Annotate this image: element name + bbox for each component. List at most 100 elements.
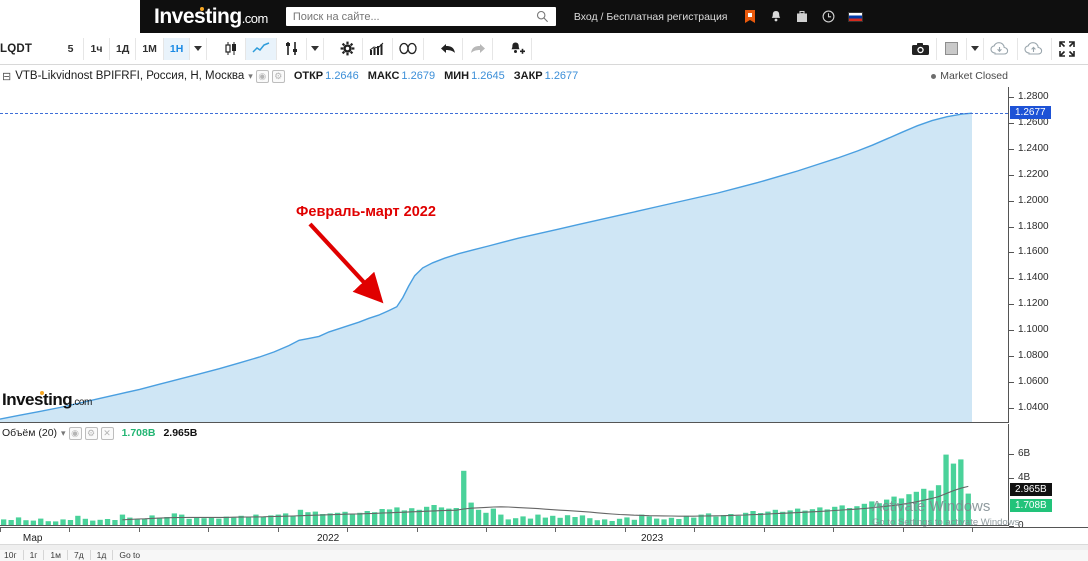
- indicators-icon[interactable]: [277, 37, 308, 60]
- volume-close-icon[interactable]: ✕: [100, 426, 114, 440]
- interval-1h[interactable]: 1ч: [84, 37, 110, 60]
- investing-logo[interactable]: Investing .com: [154, 5, 268, 29]
- volume-bar: [1, 519, 7, 525]
- go-to-button[interactable]: Go to: [113, 550, 146, 560]
- symbol-label[interactable]: LQDT: [0, 43, 58, 55]
- volume-bar: [30, 520, 36, 525]
- interval-dropdown-button[interactable]: [190, 37, 208, 60]
- range-1y[interactable]: 1г: [24, 550, 45, 560]
- volume-bar: [609, 521, 615, 525]
- bell-icon[interactable]: [770, 10, 783, 24]
- search-input[interactable]: [285, 10, 516, 23]
- instrument-name[interactable]: VTB-Likvidnost BPIFRFI, Россия, Н, Москв…: [15, 70, 244, 82]
- candles-icon[interactable]: [216, 37, 247, 60]
- range-7d[interactable]: 7д: [68, 550, 91, 560]
- compare-icon[interactable]: [363, 37, 394, 60]
- color-swatch: [945, 42, 958, 55]
- interval-1m[interactable]: 1М: [136, 37, 164, 60]
- portfolio-icon[interactable]: [744, 9, 757, 24]
- top-nav-bar: Investing.com Вход / Бесплатная регистра…: [0, 0, 1088, 33]
- settings-gear-icon[interactable]: [333, 37, 364, 60]
- volume-bar: [223, 516, 229, 525]
- price-tick: 1.2800: [1009, 91, 1049, 102]
- fullscreen-icon[interactable]: [1052, 38, 1082, 60]
- volume-bar: [431, 505, 437, 525]
- price-axis[interactable]: 1.2800 1.2600 1.2400 1.2200 1.2000 1.1800 1.16…: [1008, 87, 1088, 423]
- search-icon[interactable]: [536, 10, 549, 28]
- volume-total-value: 2.965B: [163, 427, 198, 439]
- time-tick: [624, 528, 626, 532]
- interval-group: 5 1ч 1Д 1М 1Н: [58, 37, 208, 60]
- volume-label[interactable]: Объём (20): [2, 427, 57, 439]
- flag-ru-icon[interactable]: [847, 11, 863, 22]
- volume-bar: [527, 518, 534, 525]
- market-status-dot: [931, 73, 937, 79]
- volume-bar: [112, 520, 118, 525]
- instrument-dropdown-caret[interactable]: ▾: [248, 71, 253, 82]
- range-1m[interactable]: 1м: [44, 550, 68, 560]
- visibility-icon[interactable]: ◉: [255, 69, 269, 83]
- camera-icon[interactable]: [905, 37, 937, 60]
- price-tick: 1.1800: [1009, 221, 1049, 232]
- balance-icon[interactable]: [393, 37, 425, 60]
- volume-bar: [38, 518, 44, 525]
- volume-visibility-icon[interactable]: ◉: [68, 426, 82, 440]
- volume-bar: [490, 508, 496, 525]
- volume-bar: [90, 520, 96, 525]
- instrument-info-row: ⊟ VTB-Likvidnost BPIFRFI, Россия, Н, Мос…: [0, 65, 1088, 87]
- chart-type-group: [216, 37, 325, 60]
- login-register-link[interactable]: Вход / Бесплатная регистрация: [574, 11, 728, 23]
- volume-bar: [661, 519, 667, 525]
- layout-dropdown-button[interactable]: [967, 37, 984, 60]
- cloud-download-icon[interactable]: [984, 37, 1018, 60]
- alert-bell-icon[interactable]: [502, 37, 533, 60]
- watermark-suffix: .com: [72, 397, 92, 408]
- chevron-down-icon: [194, 46, 203, 51]
- price-chart-panel[interactable]: Февраль-март 2022 Investing .com: [0, 87, 1008, 423]
- settings-group: [333, 37, 425, 60]
- horizontal-scrollbar[interactable]: [0, 544, 1088, 550]
- price-tick: 1.0600: [1009, 376, 1049, 387]
- layout-swatch-icon[interactable]: [937, 37, 967, 60]
- undo-icon[interactable]: [433, 37, 464, 60]
- instrument-settings-icon[interactable]: ⚙: [271, 69, 285, 83]
- clock-icon[interactable]: [822, 10, 835, 24]
- briefcase-icon[interactable]: [796, 10, 809, 24]
- volume-settings-icon[interactable]: ⚙: [84, 426, 98, 440]
- volume-bar: [186, 518, 192, 525]
- range-10y[interactable]: 10г: [0, 550, 24, 560]
- volume-badge: 2.965B: [1010, 483, 1052, 497]
- volume-bar: [208, 517, 215, 525]
- volume-bar: [104, 519, 111, 525]
- volume-bar: [260, 516, 266, 525]
- price-area-chart: [0, 112, 973, 422]
- volume-bar: [386, 509, 393, 525]
- time-tick: [555, 528, 557, 532]
- interval-1w[interactable]: 1Н: [163, 37, 191, 60]
- redo-icon[interactable]: [463, 37, 494, 60]
- interval-1d[interactable]: 1Д: [110, 37, 137, 60]
- volume-bar: [231, 517, 237, 525]
- volume-bar: [839, 505, 845, 525]
- search-box[interactable]: [285, 7, 556, 28]
- line-chart-icon[interactable]: [246, 37, 278, 60]
- panel-toggle-icon[interactable]: ⊟: [2, 70, 11, 83]
- volume-bar: [557, 517, 563, 525]
- volume-bar: [676, 519, 682, 525]
- interval-5[interactable]: 5: [58, 37, 84, 60]
- volume-bar: [357, 512, 363, 525]
- cloud-upload-icon[interactable]: [1018, 37, 1052, 60]
- volume-bar: [720, 515, 727, 525]
- time-tick: [694, 528, 696, 532]
- volume-bar: [379, 509, 385, 525]
- volume-bar: [846, 508, 853, 525]
- range-1d[interactable]: 1д: [91, 550, 114, 560]
- chart-zone: Февраль-март 2022 Investing .com 1.2800 1.…: [0, 87, 1088, 561]
- last-price-badge: 1.2677: [1010, 106, 1051, 120]
- volume-dropdown-caret[interactable]: ▾: [61, 428, 66, 439]
- ohlc-open-label: ОТКР: [293, 70, 324, 82]
- indicators-dropdown-button[interactable]: [307, 37, 325, 60]
- volume-tick: 6B: [1009, 448, 1030, 459]
- volume-chart-panel[interactable]: [0, 442, 1008, 526]
- time-label: 2023: [641, 533, 664, 544]
